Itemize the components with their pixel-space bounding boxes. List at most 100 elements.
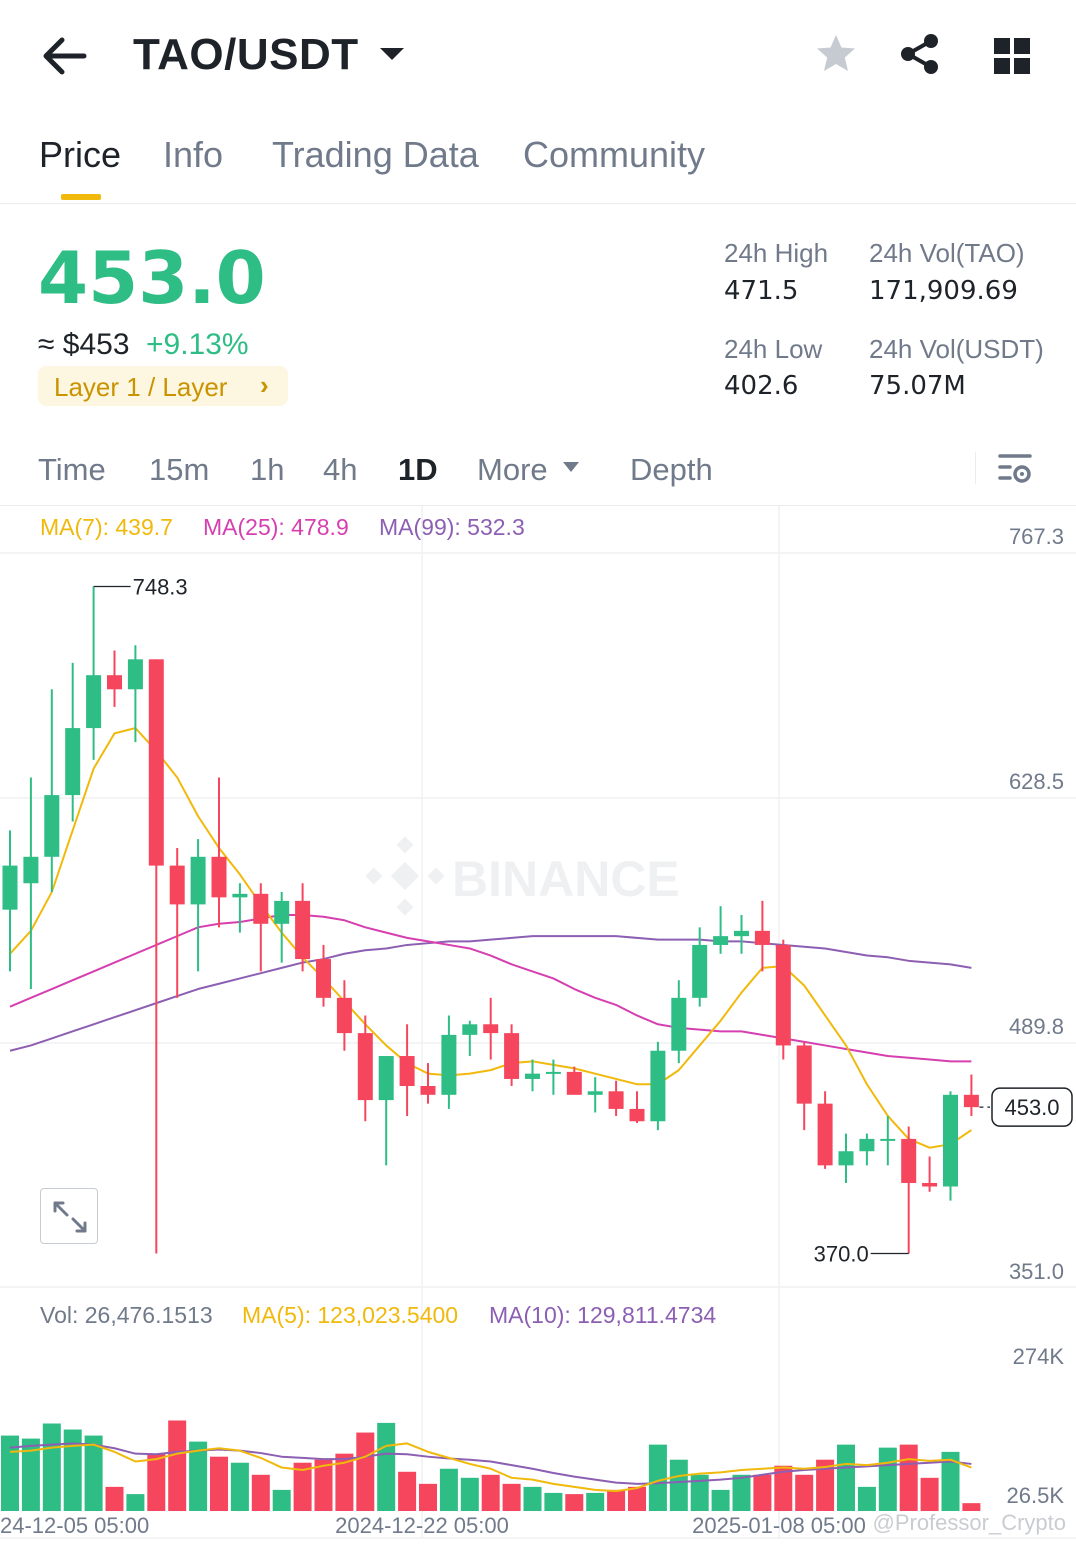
candle-up	[65, 728, 81, 796]
price-axis-label: 628.5	[1009, 769, 1064, 794]
candle-down	[901, 1138, 917, 1183]
candle-down	[504, 1033, 520, 1079]
tab-community[interactable]: Community	[523, 134, 705, 176]
candle-down	[483, 1024, 499, 1034]
grid-icon[interactable]	[990, 34, 1034, 78]
candle-up	[859, 1138, 875, 1152]
low-value: 402.6	[724, 371, 799, 401]
volume-bar	[230, 1462, 249, 1511]
candle-up	[44, 795, 60, 857]
candle-down	[357, 1033, 373, 1101]
interval-depth[interactable]: Depth	[630, 452, 713, 488]
volume-bar	[481, 1474, 500, 1511]
volume-bar	[711, 1489, 730, 1511]
candle-up	[880, 1138, 896, 1141]
pair-title[interactable]: TAO/USDT	[133, 30, 359, 80]
volume-bar	[795, 1474, 814, 1511]
candle-up	[462, 1024, 478, 1035]
vol-tao-value: 171,909.69	[869, 276, 1018, 306]
tab-price[interactable]: Price	[39, 134, 121, 176]
interval-1d[interactable]: 1D	[398, 452, 438, 488]
interval-15m[interactable]: 15m	[149, 452, 209, 488]
interval-4h[interactable]: 4h	[323, 452, 357, 488]
volume-bar	[544, 1492, 563, 1511]
candle-down	[754, 930, 770, 945]
candlestick-chart[interactable]: BINANCE 767.3 628.5 489.8 351.0 274K 26.…	[0, 506, 1076, 1544]
top-bar: TAO/USDT	[0, 0, 1076, 110]
time-axis-label: 24-12-05 05:00	[0, 1513, 149, 1538]
candle-down	[148, 659, 164, 866]
category-tag[interactable]: Layer 1 / Layer ›	[38, 366, 288, 406]
candle-down	[316, 959, 331, 998]
caret-down-icon[interactable]	[378, 44, 406, 64]
usd-price: ≈ $453	[38, 328, 130, 361]
volume-bar	[837, 1444, 855, 1511]
candle-down	[775, 944, 791, 1046]
volume-bar	[147, 1453, 166, 1511]
divider	[975, 452, 976, 484]
interval-more[interactable]: More	[477, 452, 548, 488]
share-icon[interactable]	[898, 32, 942, 76]
chart-settings-icon[interactable]	[996, 450, 1034, 488]
volume-bar	[502, 1483, 521, 1511]
volume-axis-label: 26.5K	[1007, 1483, 1065, 1508]
candle-down	[169, 865, 185, 905]
vol-tao-label: 24h Vol(TAO)	[869, 238, 1025, 268]
volume-bar	[628, 1486, 646, 1511]
volume-bar	[899, 1444, 918, 1511]
high-marker-label: 748.3	[133, 574, 188, 599]
candle-down	[608, 1091, 624, 1109]
volume-bar	[523, 1486, 542, 1511]
back-arrow-icon[interactable]	[40, 34, 88, 78]
volume-bar	[210, 1456, 228, 1511]
candle-up	[671, 997, 687, 1051]
candle-down	[566, 1071, 582, 1095]
price-axis-label: 489.8	[1009, 1014, 1064, 1039]
volume-bar	[272, 1489, 291, 1511]
volume-bar	[878, 1447, 897, 1511]
time-axis-label: 2024-12-22 05:00	[335, 1513, 509, 1538]
volume-ma10-legend: MA(10): 129,811.4734	[489, 1302, 717, 1328]
interval-time[interactable]: Time	[38, 452, 106, 488]
last-price: 453.0	[38, 236, 266, 320]
fullscreen-button[interactable]	[40, 1188, 98, 1244]
price-axis-label: 767.3	[1009, 524, 1064, 549]
expand-icon	[53, 1201, 87, 1233]
active-tab-indicator	[61, 194, 101, 200]
candle-up	[441, 1034, 457, 1095]
candle-up	[127, 659, 143, 690]
volume-legend: Vol: 26,476.1513	[40, 1302, 213, 1328]
volume-bar	[356, 1432, 375, 1511]
watermark-text: BINANCE	[452, 851, 680, 907]
candle-down	[420, 1086, 436, 1095]
price-axis-label: 351.0	[1009, 1259, 1064, 1284]
volume-bar	[251, 1474, 270, 1511]
credit-watermark: @Professor_Crypto	[872, 1510, 1066, 1535]
candle-down	[629, 1108, 645, 1122]
vol-usdt-value: 75.07M	[869, 371, 966, 401]
last-price-tag-label: 453.0	[1004, 1095, 1059, 1120]
candle-up	[692, 944, 708, 998]
time-axis-label: 2025-01-08 05:00	[692, 1513, 866, 1538]
candle-up	[587, 1091, 603, 1095]
caret-down-icon[interactable]	[562, 460, 580, 474]
volume-bar	[42, 1423, 61, 1511]
volume-ma5-legend: MA(5): 123,023.5400	[242, 1302, 459, 1328]
star-icon[interactable]	[814, 32, 858, 76]
volume-bar	[439, 1468, 458, 1511]
tab-trading-data[interactable]: Trading Data	[272, 134, 479, 176]
chevron-right-icon: ›	[260, 370, 269, 400]
price-change: +9.13%	[146, 328, 249, 361]
volume-bar	[753, 1474, 772, 1511]
candle-up	[838, 1151, 854, 1166]
tab-info[interactable]: Info	[163, 134, 223, 176]
interval-1h[interactable]: 1h	[250, 452, 284, 488]
volume-bar	[398, 1471, 417, 1511]
candle-down	[336, 997, 352, 1034]
volume-bar	[105, 1486, 124, 1511]
candle-down	[295, 900, 311, 960]
candle-up	[2, 865, 18, 910]
candle-up	[734, 930, 749, 937]
volume-bar	[168, 1420, 187, 1511]
candle-down	[817, 1103, 833, 1166]
